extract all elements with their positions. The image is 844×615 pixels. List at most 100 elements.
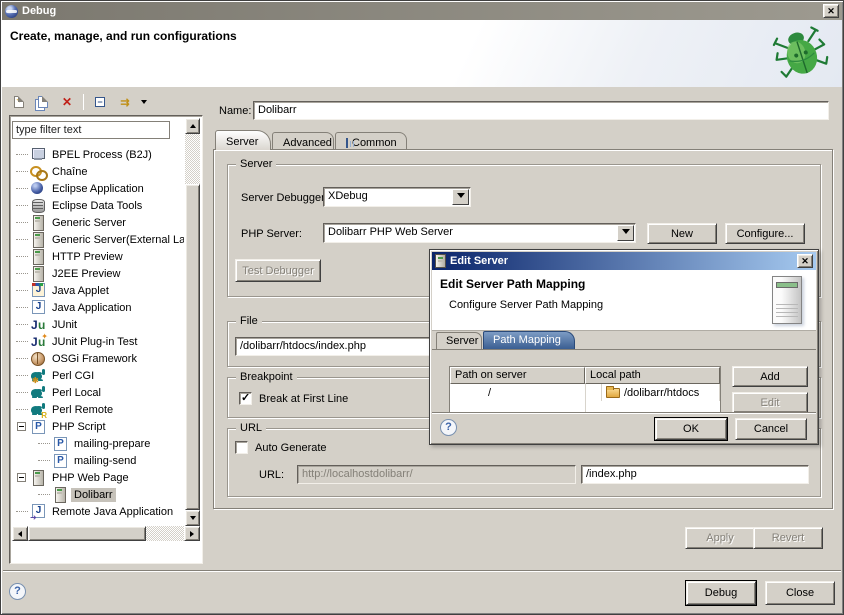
- tree-connector: [16, 290, 28, 291]
- dialog-tab-path-mapping[interactable]: Path Mapping: [483, 331, 575, 349]
- break-at-first-line-label: Break at First Line: [259, 393, 348, 405]
- duplicate-configuration-icon: [38, 96, 48, 108]
- scroll-thumb[interactable]: [185, 184, 200, 510]
- php-icon: [52, 436, 68, 451]
- tree-item-label: Eclipse Data Tools: [49, 199, 145, 213]
- add-mapping-button[interactable]: Add: [732, 366, 808, 387]
- close-button[interactable]: Close: [765, 581, 835, 605]
- scroll-up-button[interactable]: [185, 118, 200, 134]
- delete-configuration-button[interactable]: ✕: [57, 93, 77, 111]
- column-header-path-on-server[interactable]: Path on server: [450, 367, 585, 384]
- tree-item-junit[interactable]: JUnit: [12, 316, 184, 333]
- php-server-dropdown[interactable]: Dolibarr PHP Web Server: [323, 223, 636, 243]
- cancel-button[interactable]: Cancel: [735, 418, 807, 440]
- computer-icon: [30, 147, 46, 162]
- path-on-server-cell: /: [450, 384, 602, 401]
- url-path-input[interactable]: /index.php: [581, 465, 809, 484]
- configurations-tree-panel: BPEL Process (B2J)ChaîneEclipse Applicat…: [9, 115, 203, 564]
- tree-item-eclipse-application[interactable]: Eclipse Application: [12, 180, 184, 197]
- tree-item-java-application[interactable]: Java Application: [12, 299, 184, 316]
- footer-separator: [3, 570, 841, 572]
- edit-server-titlebar[interactable]: Edit Server ✕: [432, 252, 816, 270]
- edit-mapping-button[interactable]: Edit: [732, 392, 808, 412]
- tree-item-label: Generic Server: [49, 216, 129, 230]
- new-configuration-button[interactable]: ✦: [9, 93, 29, 111]
- collapse-all-button[interactable]: −: [90, 93, 110, 111]
- window-close-button[interactable]: ✕: [823, 4, 839, 18]
- collapse-expander-icon[interactable]: [17, 473, 26, 482]
- tree-item-remote-java-application[interactable]: Remote Java Application: [12, 503, 184, 520]
- tree-item-http-preview[interactable]: HTTP Preview: [12, 248, 184, 265]
- scroll-down-icon: [190, 516, 196, 523]
- tab-common[interactable]: Common: [335, 132, 407, 150]
- tree-item-j2ee-preview[interactable]: J2EE Preview: [12, 265, 184, 282]
- new-server-button[interactable]: New: [647, 223, 717, 244]
- filter-menu-arrow-icon: [141, 100, 147, 107]
- debug-button[interactable]: Debug: [686, 581, 756, 605]
- scroll-right-icon: [190, 531, 197, 537]
- name-input[interactable]: Dolibarr: [253, 101, 829, 120]
- name-label: Name:: [219, 105, 251, 117]
- tree-connector: [38, 443, 50, 444]
- edit-server-close-button[interactable]: ✕: [797, 254, 813, 268]
- filter-icon: ⇉: [120, 96, 127, 109]
- url-label: URL:: [259, 469, 284, 481]
- tree-item-osgi-framework[interactable]: OSGi Framework: [12, 350, 184, 367]
- tree-item-label: Generic Server(External La: [49, 233, 184, 247]
- tree-item-generic-server-external-la[interactable]: Generic Server(External La: [12, 231, 184, 248]
- perl-remote-icon: R: [30, 402, 46, 417]
- window-titlebar[interactable]: Debug ✕: [2, 2, 842, 20]
- tree-item-php-web-page[interactable]: PHP Web Page: [12, 469, 184, 486]
- tree-item-java-applet[interactable]: Java Applet: [12, 282, 184, 299]
- test-debugger-button[interactable]: Test Debugger: [235, 259, 321, 282]
- scroll-down-button[interactable]: [185, 510, 200, 526]
- tree-item-perl-remote[interactable]: RPerl Remote: [12, 401, 184, 418]
- tab-server[interactable]: Server: [215, 130, 271, 150]
- scroll-left-button[interactable]: [12, 526, 28, 541]
- server-debugger-dropdown[interactable]: XDebug: [323, 187, 471, 207]
- tree-item-label: Java Application: [49, 301, 135, 315]
- duplicate-configuration-button[interactable]: [33, 93, 53, 111]
- filter-input[interactable]: [12, 121, 170, 139]
- revert-button[interactable]: Revert: [753, 527, 823, 549]
- help-button[interactable]: ?: [9, 583, 26, 600]
- tree-item-dolibarr[interactable]: Dolibarr: [12, 486, 184, 503]
- edit-server-title: Edit Server: [450, 255, 508, 267]
- tree-item-perl-cgi[interactable]: ✱Perl CGI: [12, 367, 184, 384]
- tree-item-mailing-prepare[interactable]: mailing-prepare: [12, 435, 184, 452]
- tree-connector: [16, 375, 28, 376]
- new-configuration-icon: ✦: [14, 96, 24, 108]
- path-mapping-table[interactable]: Path on server Local path //dolibarr/htd…: [449, 366, 721, 412]
- scroll-right-button[interactable]: [184, 526, 200, 541]
- break-at-first-line-checkbox[interactable]: [239, 392, 252, 405]
- tree-item-eclipse-data-tools[interactable]: Eclipse Data Tools: [12, 197, 184, 214]
- tree-item-label: BPEL Process (B2J): [49, 148, 155, 162]
- scroll-left-icon: [15, 531, 22, 537]
- eclipse-logo-icon: [5, 5, 18, 18]
- tree-item-label: JUnit Plug-in Test: [49, 335, 140, 349]
- dialog-help-button[interactable]: ?: [440, 419, 457, 436]
- column-header-local-path[interactable]: Local path: [585, 367, 720, 384]
- tree-item-junit-plug-in-test[interactable]: ✦JUnit Plug-in Test: [12, 333, 184, 350]
- tab-advanced[interactable]: Advanced: [272, 132, 334, 150]
- dialog-tab-server[interactable]: Server: [436, 332, 482, 349]
- tree-item-bpel-process-b2j[interactable]: BPEL Process (B2J): [12, 146, 184, 163]
- tree-item-generic-server[interactable]: Generic Server: [12, 214, 184, 231]
- filter-configurations-button[interactable]: ⇉: [114, 93, 134, 111]
- configure-server-button[interactable]: Configure...: [725, 223, 805, 244]
- dropdown-arrow-icon[interactable]: [452, 189, 469, 205]
- php-server-label: PHP Server:: [241, 228, 302, 240]
- scroll-thumb-h[interactable]: [28, 526, 146, 541]
- tree-item-cha-ne[interactable]: Chaîne: [12, 163, 184, 180]
- tree-item-php-script[interactable]: PHP Script: [12, 418, 184, 435]
- dialog-tab-path-mapping-label: Path Mapping: [493, 334, 561, 346]
- apply-button[interactable]: Apply: [685, 527, 755, 549]
- tree-item-mailing-send[interactable]: mailing-send: [12, 452, 184, 469]
- ok-button[interactable]: OK: [655, 418, 727, 440]
- collapse-expander-icon[interactable]: [17, 422, 26, 431]
- dropdown-arrow-icon[interactable]: [617, 225, 634, 241]
- filter-menu-button[interactable]: [138, 93, 150, 111]
- server-debugger-label: Server Debugger:: [241, 192, 328, 204]
- tree-item-perl-local[interactable]: Perl Local: [12, 384, 184, 401]
- auto-generate-checkbox[interactable]: [235, 441, 248, 454]
